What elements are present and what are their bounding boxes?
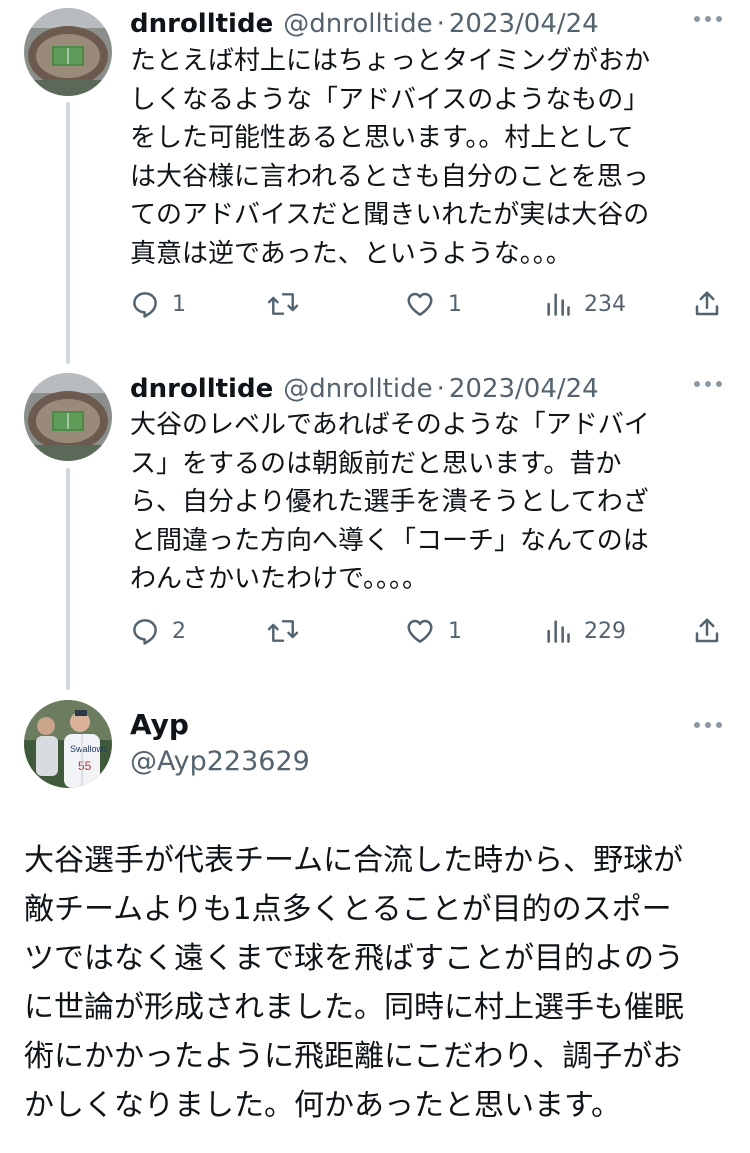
separator: · — [436, 9, 445, 39]
reply-button[interactable]: 2 — [130, 609, 186, 653]
reply-icon — [133, 292, 157, 318]
tweet-text-line: に世論が形成されました。同時に村上選手も催眠 — [24, 990, 684, 1025]
display-name[interactable]: dnrolltide — [130, 374, 273, 404]
reply-count: 1 — [172, 291, 186, 317]
tweet-header: dnrolltide @dnrolltide · 2023/04/24 — [130, 369, 599, 409]
tweet-text: 大谷のレベルであればそのような「アドバイ ス」をするのは朝飯前だと思います。昔か… — [130, 406, 710, 599]
tweet-text-line: 術にかかったように飛距離にこだわり、調子がお — [24, 1039, 683, 1074]
tweet-text-line: しくなるような「アドバイスのようなもの」 — [130, 84, 650, 115]
tweet-text-line: ら、自分より優れた選手を潰そうとしてわざ — [130, 487, 649, 517]
avatar[interactable] — [24, 8, 112, 96]
reply-icon — [133, 619, 157, 645]
tweet-date[interactable]: 2023/04/24 — [449, 9, 599, 39]
more-icon[interactable] — [694, 16, 722, 24]
more-icon[interactable] — [694, 381, 722, 389]
like-count: 1 — [448, 618, 462, 644]
views-button[interactable]: 229 — [544, 609, 626, 653]
tweet-text-line: 真意は逆であった、というような。。。 — [130, 238, 572, 269]
retweet-button[interactable] — [266, 282, 300, 326]
tweet-date[interactable]: 2023/04/24 — [449, 374, 599, 404]
reply-count: 2 — [172, 618, 186, 644]
like-button[interactable]: 1 — [404, 282, 462, 326]
views-icon — [547, 293, 570, 316]
tweet-text-line: たとえば村上にはちょっとタイミングがおか — [130, 46, 651, 76]
tweet-text-line: と間違った方向へ導く「コーチ」なんてのは — [130, 525, 649, 556]
views-button[interactable]: 234 — [544, 282, 626, 326]
tweet-header: dnrolltide @dnrolltide · 2023/04/24 — [130, 4, 599, 44]
share-icon — [695, 618, 719, 643]
tweet-text-line: 大谷のレベルであればそのような「アドバイ — [130, 410, 650, 440]
tweet-text-line: わんさかいたわけで。。。。 — [130, 564, 428, 594]
svg-text:Swallows: Swallows — [70, 744, 108, 754]
reply-button[interactable]: 1 — [130, 282, 186, 326]
stadium-avatar-image — [24, 373, 112, 461]
avatar[interactable] — [24, 373, 112, 461]
tweet-text-line: てのアドバイスだと聞きいれたが実は大谷の — [130, 200, 650, 230]
tweet-actions: 2 1 229 — [130, 609, 724, 653]
more-icon[interactable] — [694, 722, 722, 730]
tweet[interactable]: dnrolltide @dnrolltide · 2023/04/24 たとえば… — [0, 4, 750, 324]
tweet[interactable]: dnrolltide @dnrolltide · 2023/04/24 大谷のレ… — [0, 369, 750, 669]
display-name[interactable]: dnrolltide — [130, 9, 273, 39]
share-button[interactable] — [692, 282, 722, 326]
tweet-text-line: ス」をするのは朝飯前だと思います。昔か — [130, 448, 622, 479]
tweet-text-line: をした可能性あると思います。。村上として — [130, 123, 634, 153]
stadium-avatar-image — [24, 8, 112, 96]
like-count: 1 — [448, 291, 462, 317]
avatar[interactable]: Swallows 55 — [24, 700, 112, 788]
heart-icon — [407, 292, 433, 316]
tweet-text-line: 大谷選手が代表チームに合流した時から、野球が — [24, 843, 684, 878]
share-icon — [695, 291, 719, 316]
handle[interactable]: @dnrolltide — [283, 374, 432, 404]
like-button[interactable]: 1 — [404, 609, 462, 653]
views-icon — [547, 620, 570, 643]
baseball-player-avatar-image: Swallows 55 — [24, 700, 112, 788]
tweet-text-line: ツではなく遠くまで球を飛ばすことが目的よのう — [24, 941, 684, 976]
main-tweet[interactable]: Swallows 55 Ayp @Ayp223629 大谷選手が代表チームに合流… — [0, 700, 750, 1153]
share-button[interactable] — [692, 609, 722, 653]
views-count: 234 — [584, 291, 626, 317]
display-name[interactable]: Ayp — [130, 708, 189, 741]
tweet-text: たとえば村上にはちょっとタイミングがおか しくなるような「アドバイスのようなもの… — [130, 42, 710, 273]
separator: · — [436, 374, 445, 404]
heart-icon — [407, 619, 433, 643]
retweet-icon — [267, 293, 299, 315]
retweet-button[interactable] — [266, 609, 300, 653]
handle[interactable]: @Ayp223629 — [130, 746, 310, 777]
svg-text:55: 55 — [78, 759, 92, 773]
tweet-text-line: かしくなりました。何かあったと思います。 — [24, 1088, 621, 1123]
views-count: 229 — [584, 618, 626, 644]
tweet-text: 大谷選手が代表チームに合流した時から、野球が 敵チームよりも1点多くとることが目… — [24, 836, 734, 1130]
tweet-actions: 1 1 234 — [130, 282, 724, 326]
tweet-text-line: は大谷様に言われるとさも自分のことを思っ — [130, 161, 649, 192]
retweet-icon — [267, 620, 299, 642]
tweet-text-line: 敵チームよりも1点多くとることが目的のスポー — [24, 892, 672, 927]
handle[interactable]: @dnrolltide — [283, 9, 432, 39]
